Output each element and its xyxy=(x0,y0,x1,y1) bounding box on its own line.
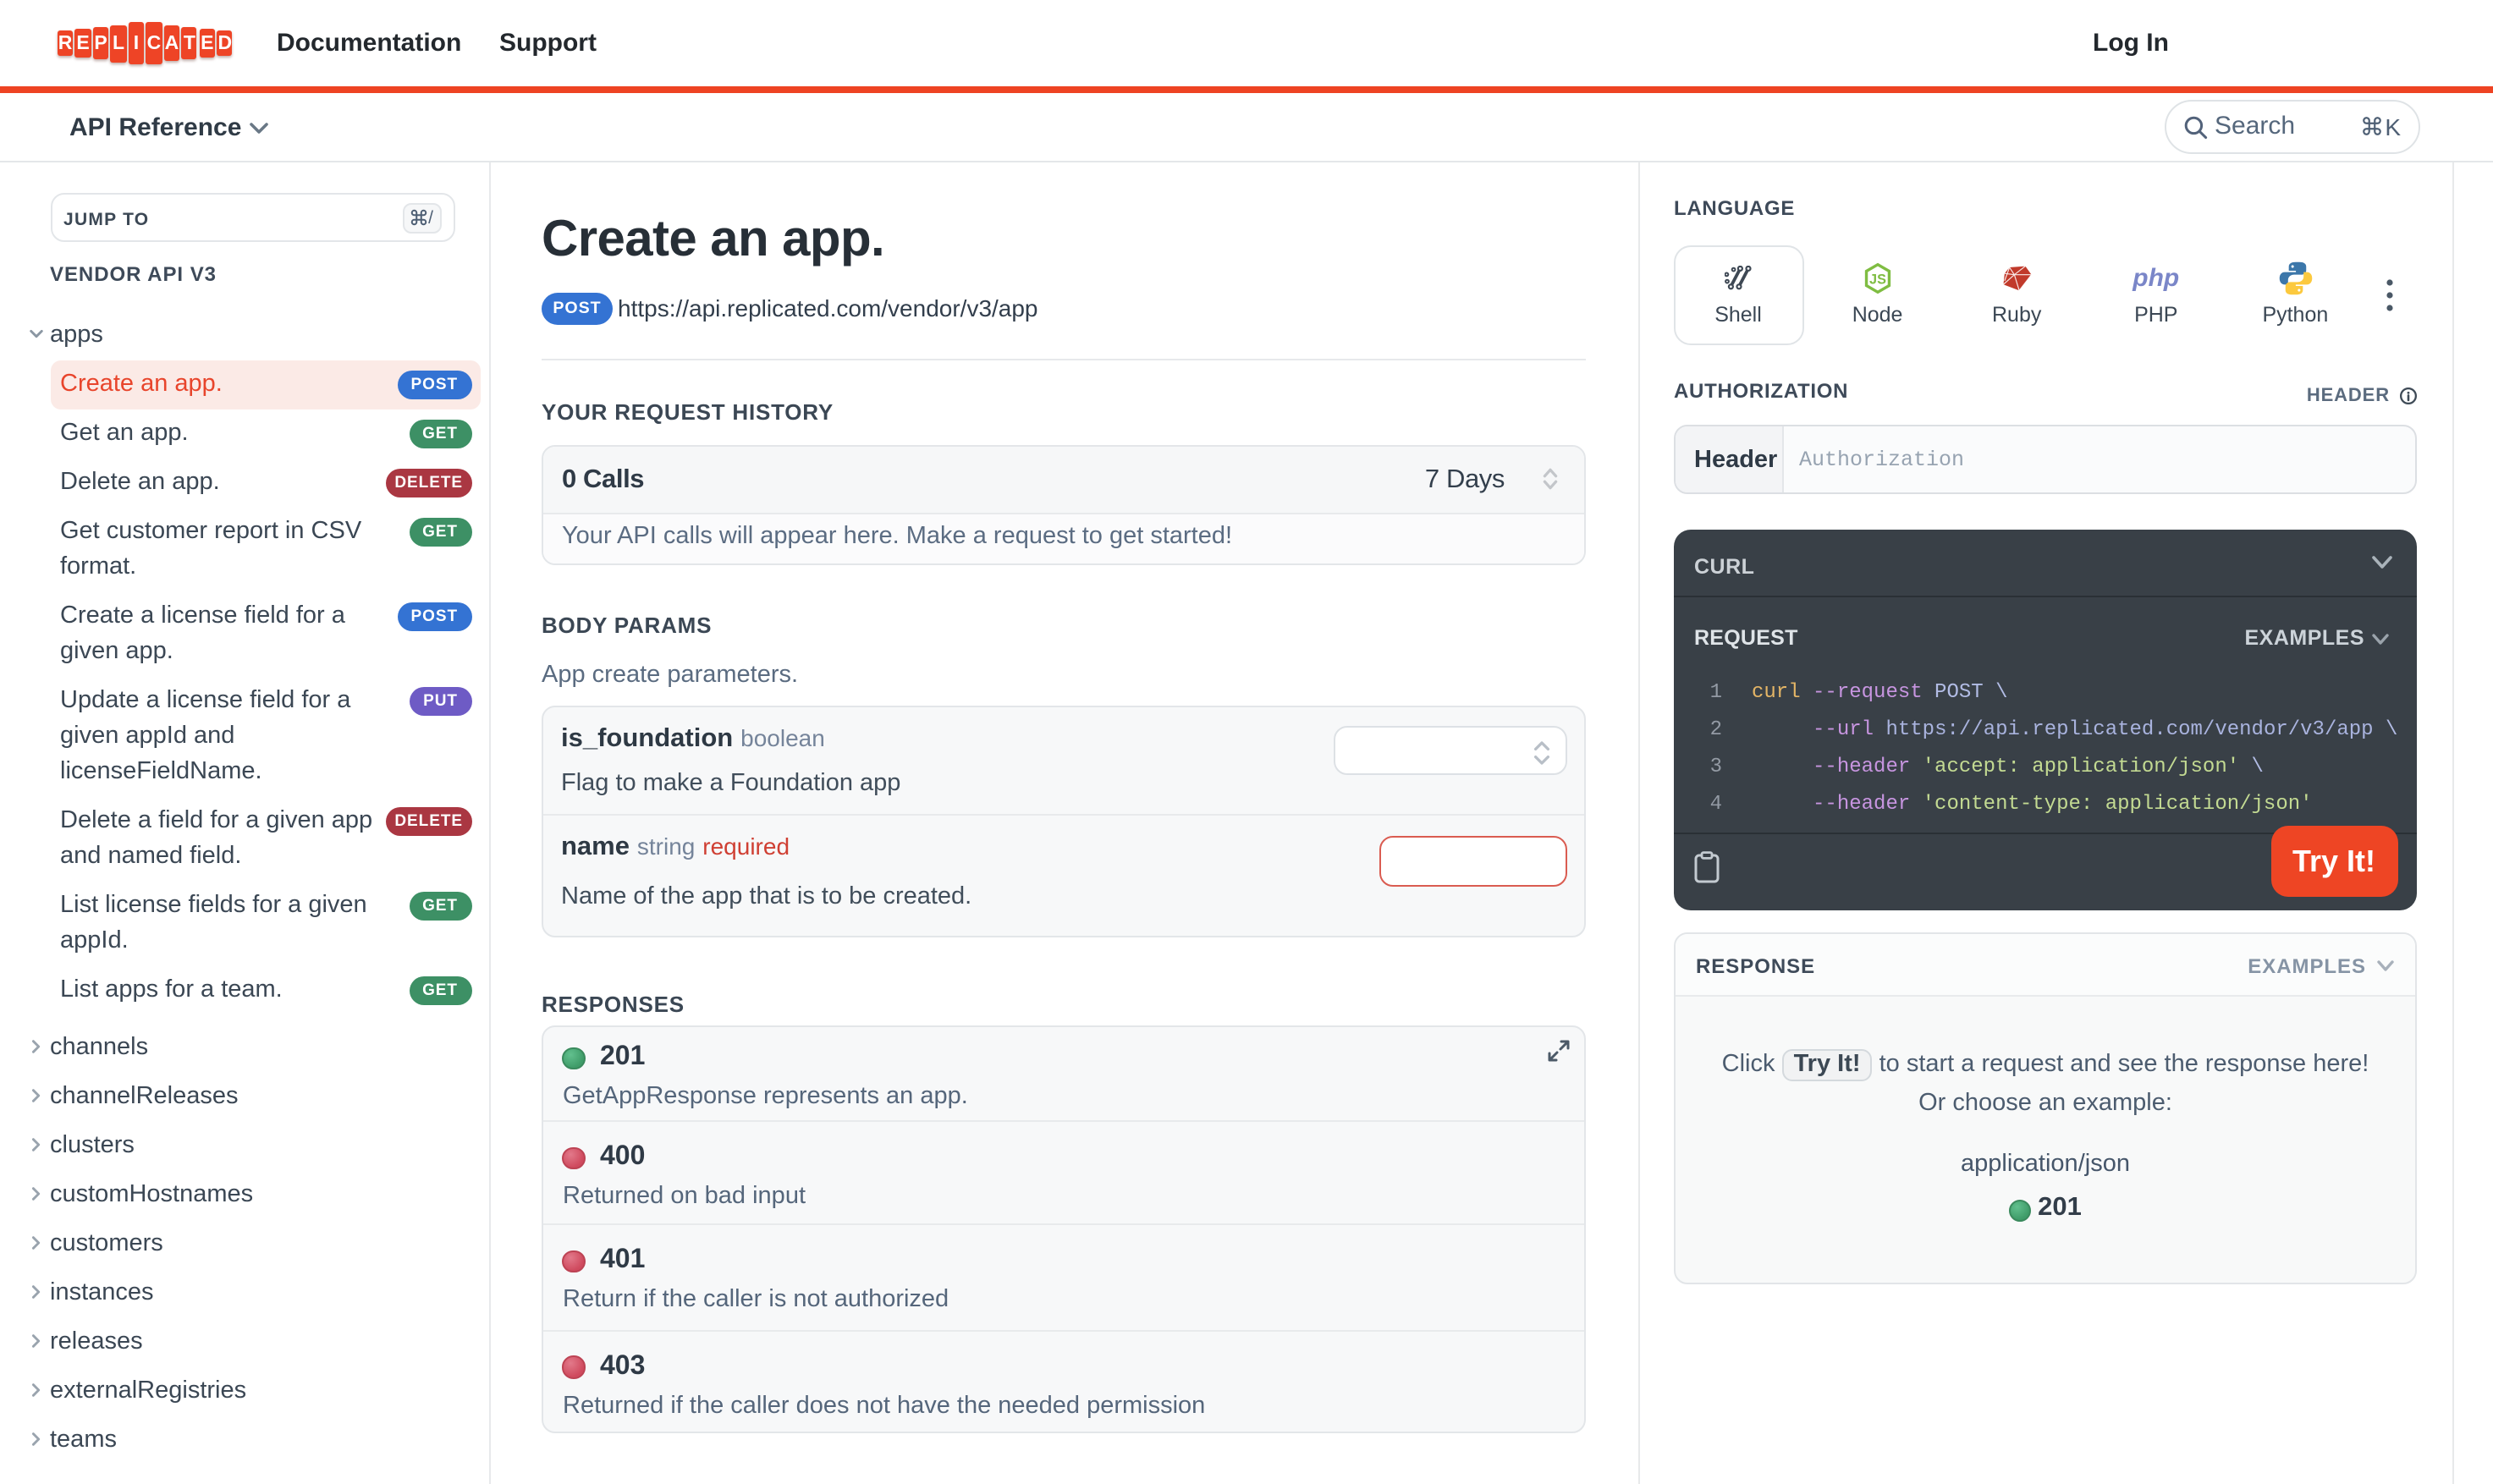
svg-text:JS: JS xyxy=(1869,271,1886,286)
